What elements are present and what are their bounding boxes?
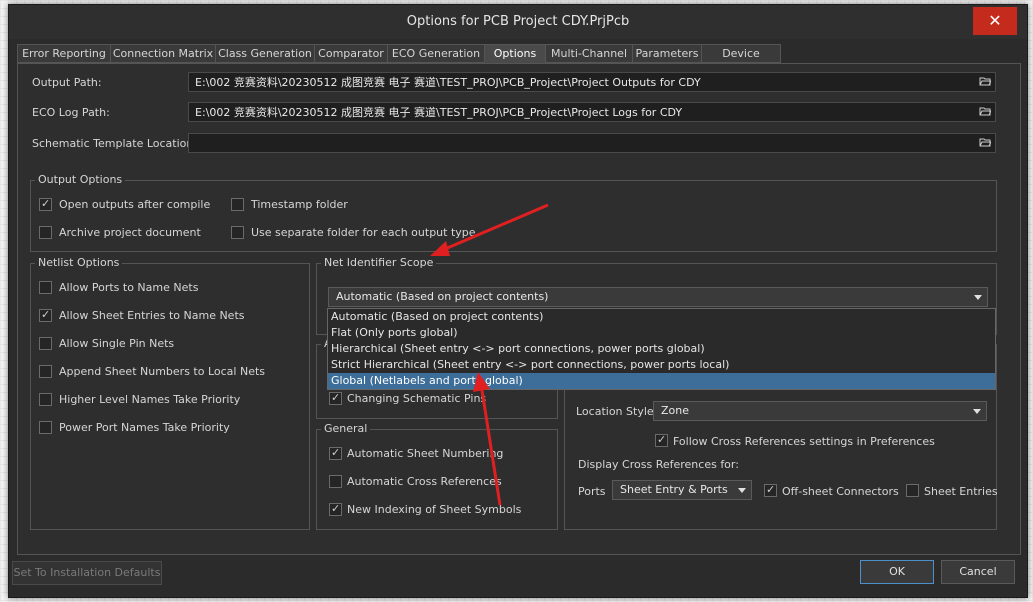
allow-ports-checkbox[interactable] (39, 281, 52, 294)
close-button[interactable]: ✕ (973, 7, 1017, 35)
append-sheet-numbers-checkbox[interactable] (39, 365, 52, 378)
follow-cross-refs-label: Follow Cross References settings in Pref… (673, 435, 935, 448)
separate-folder-checkbox[interactable] (231, 226, 244, 239)
allow-single-pin-label: Allow Single Pin Nets (59, 337, 175, 350)
eco-log-path-label: ECO Log Path: (32, 106, 110, 119)
auto-sheet-numbering-label: Automatic Sheet Numbering (347, 447, 504, 460)
output-path-field[interactable]: E:\002 竞赛资料\20230512 成图竞赛 电子 赛道\TEST_PRO… (188, 72, 996, 92)
tab-multi-channel[interactable]: Multi-Channel (545, 44, 633, 63)
allow-sheet-entries-checkbox[interactable] (39, 308, 52, 322)
tab-connection-matrix[interactable]: Connection Matrix (110, 44, 216, 63)
archive-project-label: Archive project document (59, 226, 201, 239)
title-bar: Options for PCB Project CDY.PrjPcb ✕ (9, 5, 1027, 39)
folder-open-icon[interactable] (979, 137, 991, 147)
output-options-group: Output Options Open outputs after compil… (30, 173, 997, 252)
tab-eco-generation[interactable]: ECO Generation (387, 44, 485, 63)
separate-folder-label: Use separate folder for each output type (251, 226, 476, 239)
changing-schematic-pins-label: Changing Schematic Pins (347, 392, 487, 405)
net-identifier-scope-value: Automatic (Based on project contents) (336, 290, 549, 303)
general-group: General Automatic Sheet Numbering Automa… (316, 422, 558, 530)
schematic-template-label: Schematic Template Location: (32, 137, 198, 150)
cancel-button[interactable]: Cancel (941, 560, 1015, 584)
folder-open-icon[interactable] (979, 106, 991, 116)
netlist-options-group: Netlist Options Allow Ports to Name Nets… (30, 256, 310, 530)
auto-cross-references-checkbox[interactable] (329, 475, 342, 488)
output-path-label: Output Path: (32, 76, 102, 89)
dropdown-option-global[interactable]: Global (Netlabels and ports global) (328, 373, 995, 389)
auto-cross-references-label: Automatic Cross References (347, 475, 502, 488)
net-identifier-scope-dropdown: Automatic (Based on project contents) Fl… (327, 308, 996, 390)
tab-error-reporting[interactable]: Error Reporting (17, 44, 111, 63)
changing-schematic-pins-checkbox[interactable] (329, 391, 342, 405)
power-port-names-label: Power Port Names Take Priority (59, 421, 230, 434)
sheet-entries-label: Sheet Entries (924, 485, 998, 498)
location-style-select[interactable]: Zone (653, 401, 987, 421)
display-cross-refs-label: Display Cross References for: (578, 458, 739, 471)
eco-log-path-value: E:\002 竞赛资料\20230512 成图竞赛 电子 赛道\TEST_PRO… (195, 106, 683, 119)
tab-options[interactable]: Options (484, 44, 546, 63)
folder-open-icon[interactable] (979, 76, 991, 86)
general-title: General (321, 422, 371, 435)
ports-label: Ports (578, 485, 606, 498)
location-style-label: Location Style (576, 405, 654, 418)
eco-log-path-field[interactable]: E:\002 竞赛资料\20230512 成图竞赛 电子 赛道\TEST_PRO… (188, 102, 996, 122)
ports-select[interactable]: Sheet Entry & Ports (612, 480, 752, 500)
open-outputs-checkbox[interactable] (39, 197, 52, 211)
output-path-value: E:\002 竞赛资料\20230512 成图竞赛 电子 赛道\TEST_PRO… (195, 76, 701, 89)
dropdown-option-flat[interactable]: Flat (Only ports global) (328, 325, 995, 341)
netlist-options-title: Netlist Options (35, 256, 123, 269)
tab-device-sheets[interactable]: Device Sheets (701, 44, 781, 77)
net-identifier-scope-select[interactable]: Automatic (Based on project contents) (328, 287, 988, 307)
tab-comparator[interactable]: Comparator (314, 44, 388, 63)
location-style-value: Zone (661, 404, 690, 417)
schematic-template-field[interactable] (188, 133, 996, 153)
dropdown-option-hierarchical[interactable]: Hierarchical (Sheet entry <-> port conne… (328, 341, 995, 357)
higher-level-names-label: Higher Level Names Take Priority (59, 393, 241, 406)
output-options-title: Output Options (35, 173, 126, 186)
dropdown-option-automatic[interactable]: Automatic (Based on project contents) (328, 309, 995, 325)
chevron-down-icon (738, 488, 746, 493)
archive-project-checkbox[interactable] (39, 226, 52, 239)
dropdown-option-strict-hierarchical[interactable]: Strict Hierarchical (Sheet entry <-> por… (328, 357, 995, 373)
set-installation-defaults-button[interactable]: Set To Installation Defaults (12, 561, 162, 585)
offsheet-connectors-label: Off-sheet Connectors (782, 485, 899, 498)
chevron-down-icon (974, 295, 982, 300)
auto-sheet-numbering-checkbox[interactable] (329, 446, 342, 460)
offsheet-connectors-checkbox[interactable] (764, 483, 777, 497)
timestamp-folder-checkbox[interactable] (231, 198, 244, 211)
power-port-names-checkbox[interactable] (39, 421, 52, 434)
new-indexing-label: New Indexing of Sheet Symbols (347, 503, 522, 516)
allow-single-pin-checkbox[interactable] (39, 337, 52, 350)
chevron-down-icon (973, 409, 981, 414)
allow-ports-label: Allow Ports to Name Nets (59, 281, 199, 294)
dialog-title: Options for PCB Project CDY.PrjPcb (406, 14, 630, 29)
sheet-entries-checkbox[interactable] (906, 484, 919, 497)
allow-sheet-entries-label: Allow Sheet Entries to Name Nets (59, 309, 245, 322)
options-dialog: Options for PCB Project CDY.PrjPcb ✕ Err… (8, 4, 1028, 598)
net-identifier-scope-title: Net Identifier Scope (321, 256, 437, 269)
higher-level-names-checkbox[interactable] (39, 393, 52, 406)
ok-button[interactable]: OK (860, 560, 934, 584)
new-indexing-checkbox[interactable] (329, 502, 342, 516)
follow-cross-refs-checkbox[interactable] (655, 433, 668, 447)
open-outputs-label: Open outputs after compile (59, 198, 211, 211)
tab-parameters[interactable]: Parameters (632, 44, 702, 63)
tab-class-generation[interactable]: Class Generation (215, 44, 315, 63)
timestamp-folder-label: Timestamp folder (251, 198, 348, 211)
append-sheet-numbers-label: Append Sheet Numbers to Local Nets (59, 365, 266, 378)
ports-value: Sheet Entry & Ports (620, 483, 728, 496)
